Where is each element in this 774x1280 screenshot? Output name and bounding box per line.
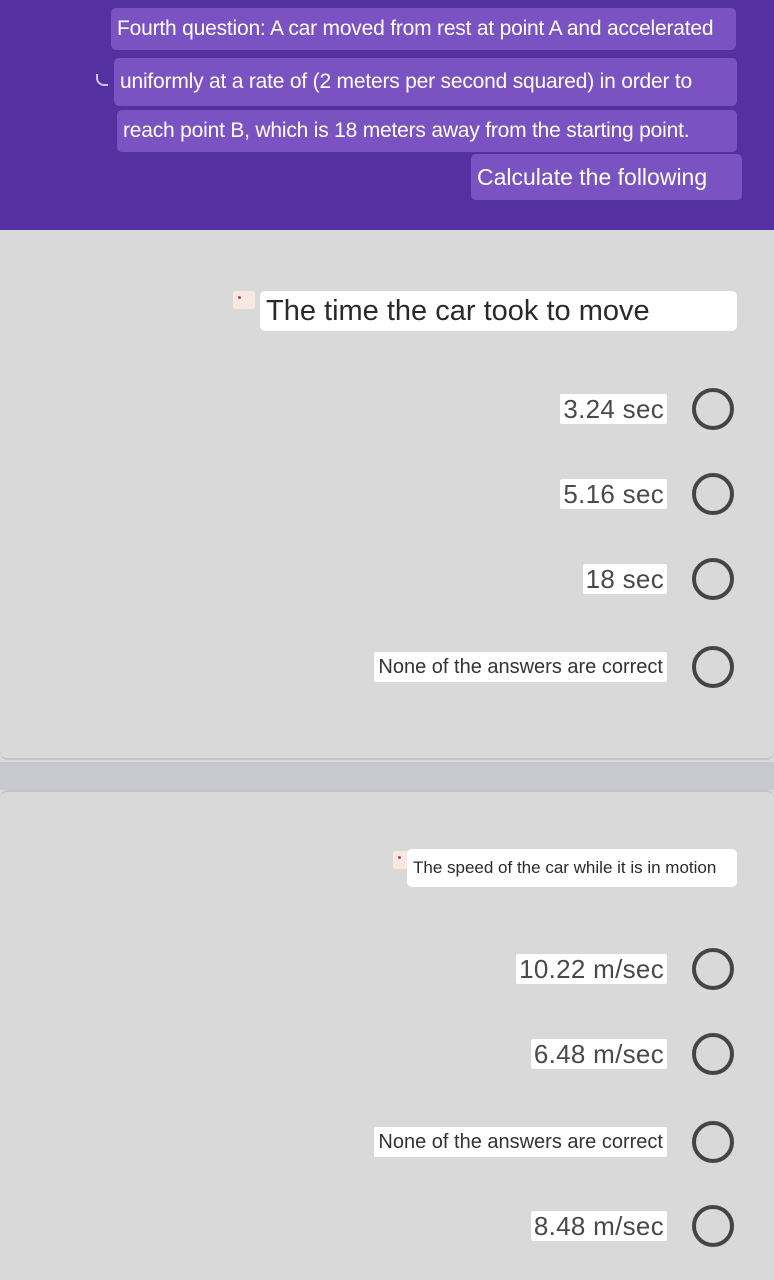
header-line-4: Calculate the following bbox=[471, 154, 742, 200]
option-label: 5.16 sec bbox=[560, 479, 667, 509]
option-row[interactable]: None of the answers are correct bbox=[374, 1121, 734, 1163]
header-line-1: Fourth question: A car moved from rest a… bbox=[111, 8, 736, 50]
option-row[interactable]: 3.24 sec bbox=[560, 388, 734, 430]
option-label: 6.48 m/sec bbox=[530, 1039, 667, 1069]
option-label: 10.22 m/sec bbox=[516, 954, 667, 984]
option-label: 8.48 m/sec bbox=[530, 1211, 667, 1241]
header-line-2: uniformly at a rate of (2 meters per sec… bbox=[114, 58, 737, 106]
radio-button[interactable] bbox=[692, 1205, 734, 1247]
question-2-title: The speed of the car while it is in moti… bbox=[407, 849, 737, 887]
option-label: 3.24 sec bbox=[560, 394, 667, 424]
option-row[interactable]: 6.48 m/sec bbox=[530, 1033, 734, 1075]
option-row[interactable]: None of the answers are correct bbox=[374, 646, 734, 688]
radio-button[interactable] bbox=[692, 1033, 734, 1075]
required-marker-icon bbox=[233, 291, 255, 309]
header-line-3: reach point B, which is 18 meters away f… bbox=[117, 110, 737, 152]
stray-glyph-icon bbox=[96, 74, 108, 86]
option-row[interactable]: 18 sec bbox=[582, 558, 734, 600]
option-row[interactable]: 5.16 sec bbox=[560, 473, 734, 515]
radio-button[interactable] bbox=[692, 646, 734, 688]
radio-button[interactable] bbox=[692, 1121, 734, 1163]
option-label: None of the answers are correct bbox=[374, 652, 667, 682]
radio-button[interactable] bbox=[692, 388, 734, 430]
option-row[interactable]: 10.22 m/sec bbox=[516, 948, 734, 990]
radio-button[interactable] bbox=[692, 558, 734, 600]
question-header: Fourth question: A car moved from rest a… bbox=[0, 0, 774, 230]
card-separator bbox=[0, 762, 774, 790]
option-label: None of the answers are correct bbox=[374, 1127, 667, 1157]
radio-button[interactable] bbox=[692, 948, 734, 990]
option-label: 18 sec bbox=[582, 564, 667, 594]
question-1-title: The time the car took to move bbox=[260, 291, 737, 331]
radio-button[interactable] bbox=[692, 473, 734, 515]
option-row[interactable]: 8.48 m/sec bbox=[530, 1205, 734, 1247]
